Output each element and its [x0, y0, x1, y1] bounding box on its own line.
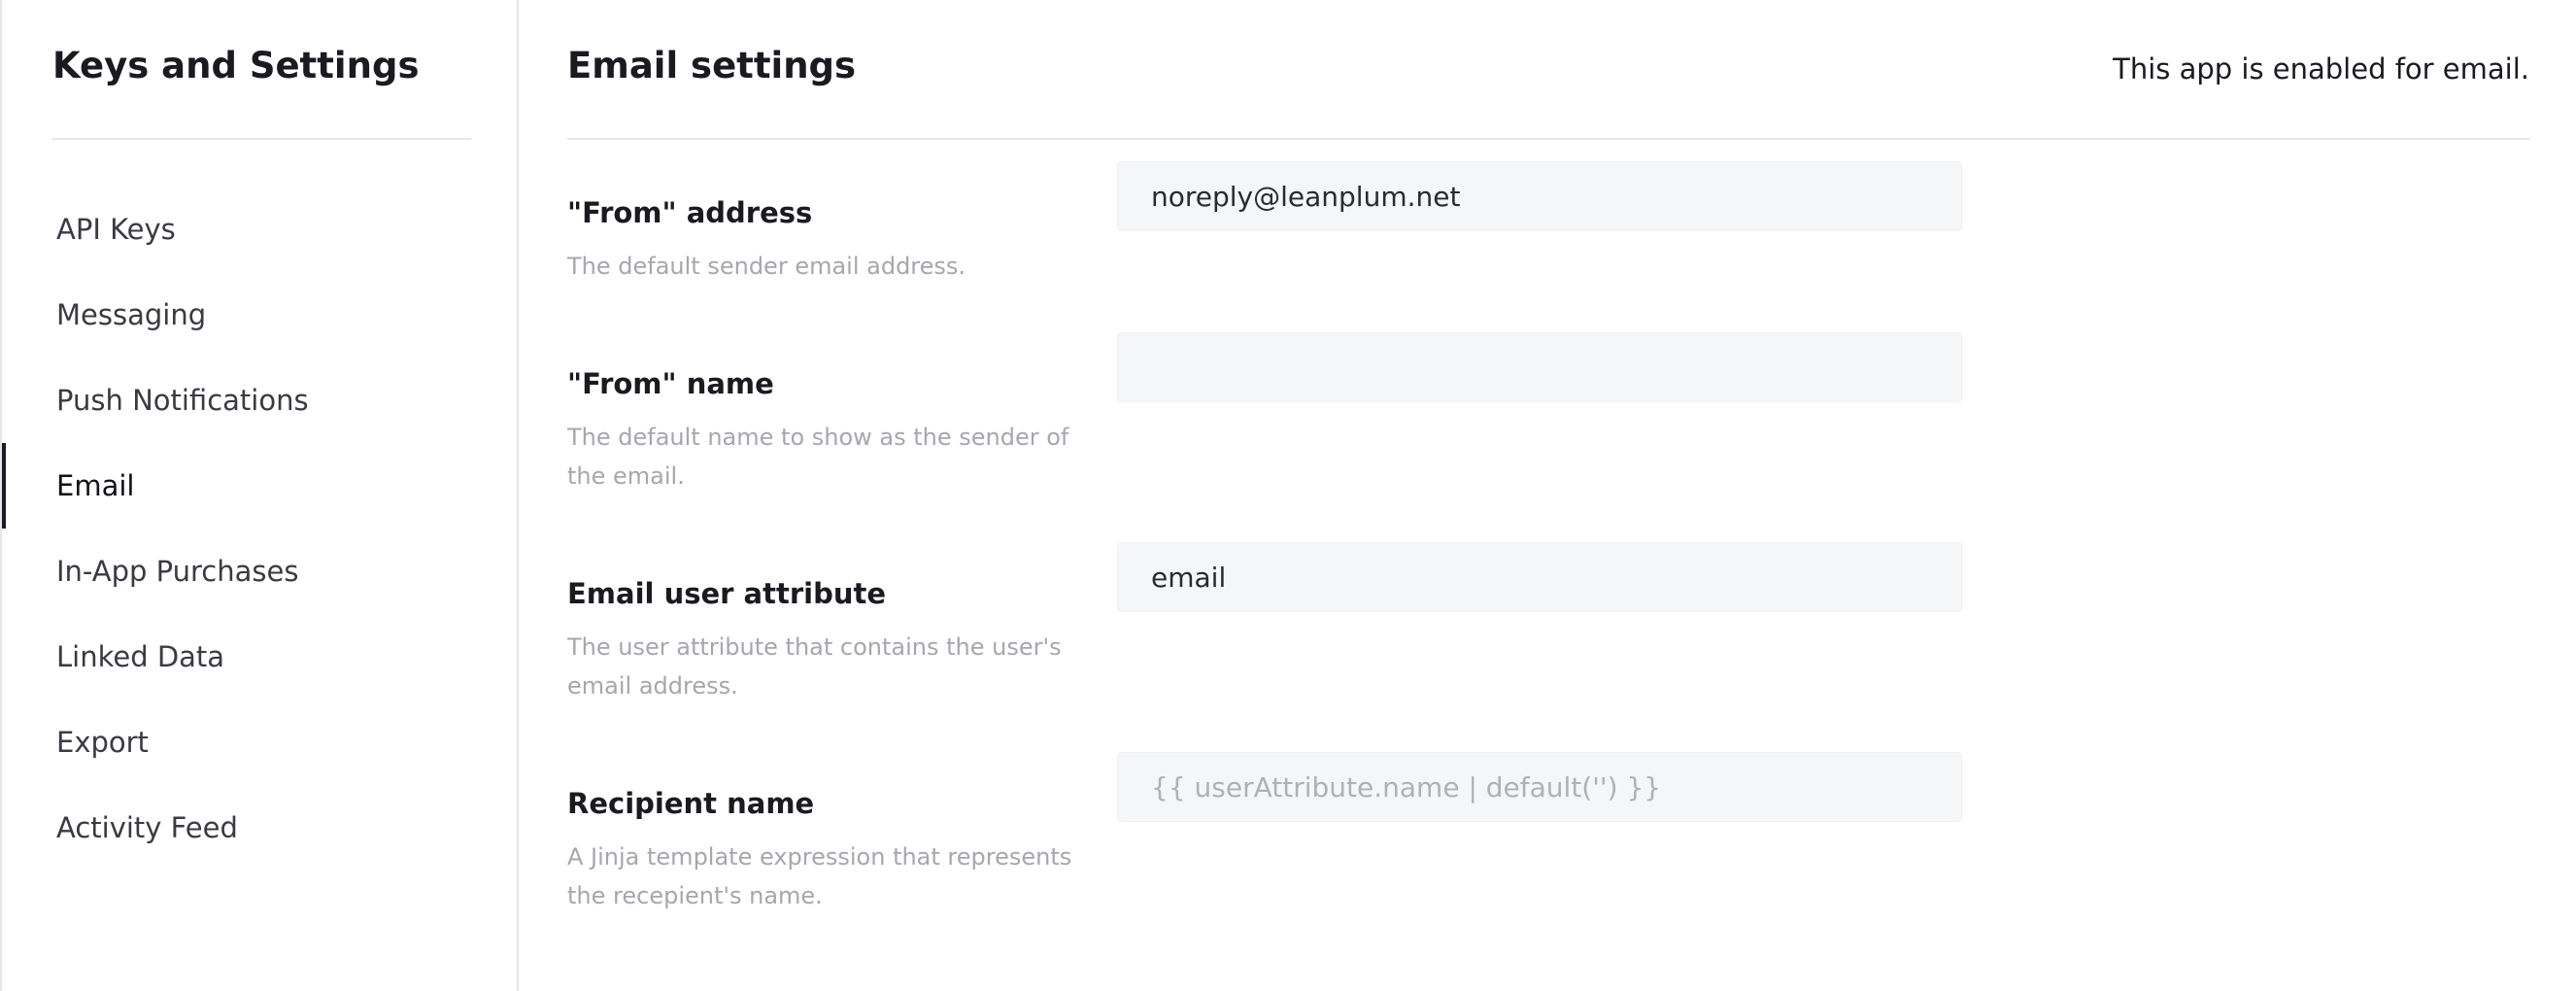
- sidebar-item-linked-data[interactable]: Linked Data: [2, 614, 517, 700]
- email-enabled-status: This app is enabled for email.: [2113, 52, 2529, 85]
- from-address-label: "From" address: [567, 196, 813, 229]
- sidebar-nav: API Keys Messaging Push Notifications Em…: [2, 187, 517, 871]
- recipient-name-label: Recipient name: [567, 787, 815, 820]
- recipient-name-help: A Jinja template expression that represe…: [567, 843, 1072, 909]
- page-title: Email settings: [567, 45, 857, 86]
- from-name-input[interactable]: [1117, 332, 1962, 402]
- email-user-attribute-label: Email user attribute: [567, 577, 887, 610]
- from-address-input[interactable]: [1117, 161, 1962, 231]
- email-user-attribute-help: The user attribute that contains the use…: [567, 633, 1062, 700]
- recipient-name-input[interactable]: [1117, 752, 1962, 822]
- header-divider: [567, 138, 2529, 140]
- sidebar-item-export[interactable]: Export: [2, 700, 517, 785]
- sidebar-item-messaging[interactable]: Messaging: [2, 272, 517, 358]
- sidebar-item-activity-feed[interactable]: Activity Feed: [2, 785, 517, 871]
- sidebar-divider: [52, 138, 471, 140]
- from-address-help: The default sender email address.: [567, 253, 966, 280]
- from-name-help: The default name to show as the sender o…: [567, 424, 1069, 490]
- app-root: Keys and Settings API Keys Messaging Pus…: [0, 0, 2576, 991]
- email-user-attribute-input[interactable]: [1117, 542, 1962, 612]
- main-panel: Email settings This app is enabled for e…: [519, 0, 2576, 991]
- from-name-label: "From" name: [567, 367, 774, 400]
- sidebar-title: Keys and Settings: [52, 45, 420, 86]
- sidebar: Keys and Settings API Keys Messaging Pus…: [0, 0, 519, 991]
- sidebar-item-in-app-purchases[interactable]: In-App Purchases: [2, 529, 517, 614]
- sidebar-item-api-keys[interactable]: API Keys: [2, 187, 517, 272]
- sidebar-item-push-notifications[interactable]: Push Notifications: [2, 358, 517, 443]
- sidebar-item-email[interactable]: Email: [2, 443, 517, 529]
